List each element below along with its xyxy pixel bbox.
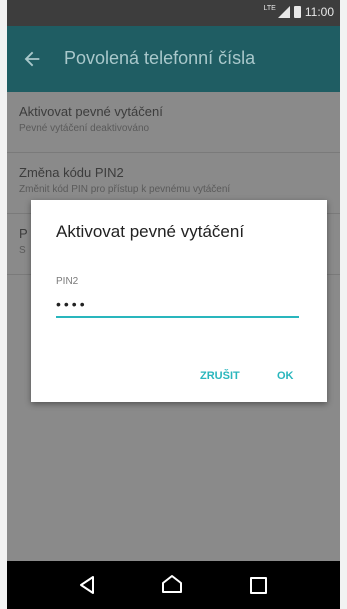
- pin-dialog: Aktivovat pevné vytáčení PIN2 ZRUŠIT OK: [31, 200, 327, 402]
- phone-screen: LTE 11:00 Povolená telefonní čísla Aktiv…: [7, 0, 340, 609]
- list-item-subtitle: Změnit kód PIN pro přístup k pevnému vyt…: [19, 184, 231, 195]
- pin2-input[interactable]: [56, 292, 299, 316]
- cancel-button[interactable]: ZRUŠIT: [200, 370, 240, 382]
- input-underline: [56, 316, 299, 318]
- arrow-back-icon[interactable]: [21, 48, 43, 70]
- status-bar: LTE 11:00: [7, 0, 340, 26]
- status-icons: LTE 11:00: [264, 5, 334, 19]
- page-title: Povolená telefonní čísla: [64, 48, 256, 68]
- list-item[interactable]: Aktivovat pevné vytáčení Pevné vytáčení …: [7, 92, 340, 153]
- status-time: 11:00: [304, 5, 334, 19]
- nav-recents-icon[interactable]: [250, 577, 267, 594]
- navigation-bar: [7, 561, 340, 609]
- list-item-title: P: [19, 226, 28, 241]
- ok-button[interactable]: OK: [277, 370, 294, 382]
- app-toolbar: Povolená telefonní čísla: [7, 26, 340, 92]
- screenshot-frame: LTE 11:00 Povolená telefonní čísla Aktiv…: [0, 0, 347, 609]
- signal-icon: [277, 6, 290, 18]
- pin2-label: PIN2: [56, 276, 79, 287]
- dialog-title: Aktivovat pevné vytáčení: [56, 222, 245, 241]
- list-item-title: Aktivovat pevné vytáčení: [19, 104, 163, 119]
- list-item-subtitle: Pevné vytáčení deaktivováno: [19, 123, 150, 134]
- list-item-subtitle: S: [19, 245, 26, 256]
- battery-icon: [293, 6, 301, 18]
- network-type: LTE: [263, 5, 276, 12]
- nav-back-icon[interactable]: [78, 575, 96, 595]
- list-item-title: Změna kódu PIN2: [19, 165, 124, 180]
- nav-home-icon[interactable]: [161, 574, 183, 594]
